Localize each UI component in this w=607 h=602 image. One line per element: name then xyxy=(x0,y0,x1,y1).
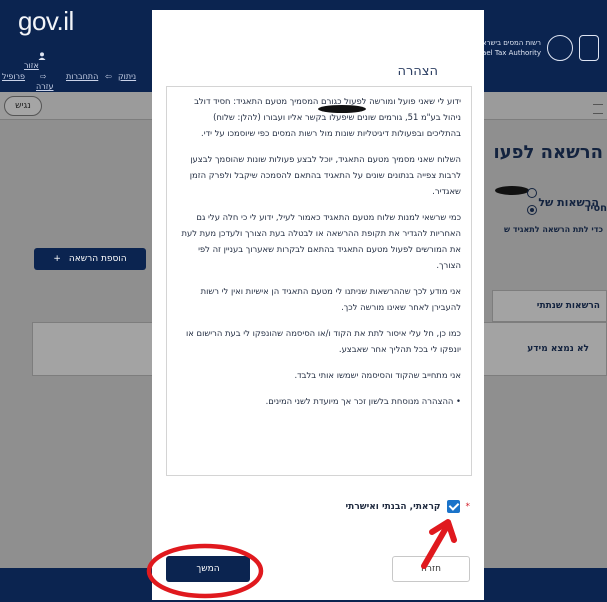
redaction-mark xyxy=(495,186,529,195)
confirm-checkbox[interactable] xyxy=(446,500,460,513)
govil-logo[interactable]: gov.il xyxy=(18,6,74,37)
radio-option-selected[interactable] xyxy=(527,205,537,215)
confirm-row[interactable]: * קראתי, הבנתי ואישרתי xyxy=(346,500,470,513)
declaration-paragraph: ידוע לי שאני פועל ומורשה לפעול כגורם המס… xyxy=(194,96,461,138)
help-link[interactable]: עזרה xyxy=(36,82,54,91)
modal-title: הצהרה xyxy=(397,64,438,79)
page-title: הרשאה לפעו xyxy=(493,142,604,163)
declaration-text-box[interactable]: ידוע לי שאני פועל ומורשה לפעול כגורם המס… xyxy=(166,86,472,476)
add-permission-button[interactable]: הוספת הרשאה + xyxy=(34,248,146,270)
confirm-label: קראתי, הבנתי ואישרתי xyxy=(345,501,441,512)
declaration-paragraph: • ההצהרה מנוסחת בלשון זכר אך מיועדת לשני… xyxy=(265,396,461,406)
back-button[interactable]: חזרה xyxy=(392,556,470,582)
user-icon xyxy=(38,52,46,60)
permission-hint: כדי לתת הרשאה לתאגיד ש xyxy=(503,225,603,234)
logo-suffix: .il xyxy=(56,6,75,36)
login-link[interactable]: התחברות xyxy=(66,72,98,81)
permissions-table-header[interactable]: הרשאות שנתתי xyxy=(492,290,607,322)
tax-authority-logo-icon xyxy=(547,35,573,61)
declaration-modal: הצהרה ידוע לי שאני פועל ומורשה לפעול כגו… xyxy=(152,10,484,600)
declaration-paragraph: אני מודע לכך שההרשאות שניתנו לי מטעם התא… xyxy=(200,286,461,312)
radio-option-unselected[interactable] xyxy=(527,188,537,198)
radio-option-label: חסיד xyxy=(584,203,607,214)
personal-area-link[interactable]: אזור xyxy=(24,61,39,70)
accessibility-button[interactable]: נגיש xyxy=(4,96,42,116)
required-mark: * xyxy=(465,501,471,512)
add-permission-label: הוספת הרשאה xyxy=(68,254,127,264)
login-icon: ⇨ xyxy=(40,72,47,81)
declaration-paragraph: כמו כן, חל עלי איסור לתת את הקוד ו/או הס… xyxy=(185,328,461,354)
declaration-paragraph: אני מתחייב שהקוד והסיסמה ישמשו אותי בלבד… xyxy=(294,370,461,380)
declaration-body: ידוע לי שאני פועל ומורשה לפעול כגורם המס… xyxy=(167,87,471,409)
logout-icon: ⇦ xyxy=(105,72,112,81)
redaction-mark xyxy=(318,105,366,113)
no-info-message: לא נמצא מידע xyxy=(527,344,589,354)
continue-button[interactable]: המשך xyxy=(166,556,250,582)
declaration-paragraph: כמי שרשאי למנות שלוח מטעם התאגיד כאמור ל… xyxy=(181,212,462,270)
state-emblem-icon xyxy=(579,35,599,61)
plus-icon: + xyxy=(53,254,61,264)
logout-link[interactable]: ניתוק xyxy=(118,72,136,81)
menu-icon[interactable] xyxy=(593,104,603,114)
profile-link[interactable]: פרופיל xyxy=(2,72,25,81)
declaration-paragraph: השלוח שאני מסמיך מטעם התאגיד, יוכל לבצע … xyxy=(189,154,461,196)
